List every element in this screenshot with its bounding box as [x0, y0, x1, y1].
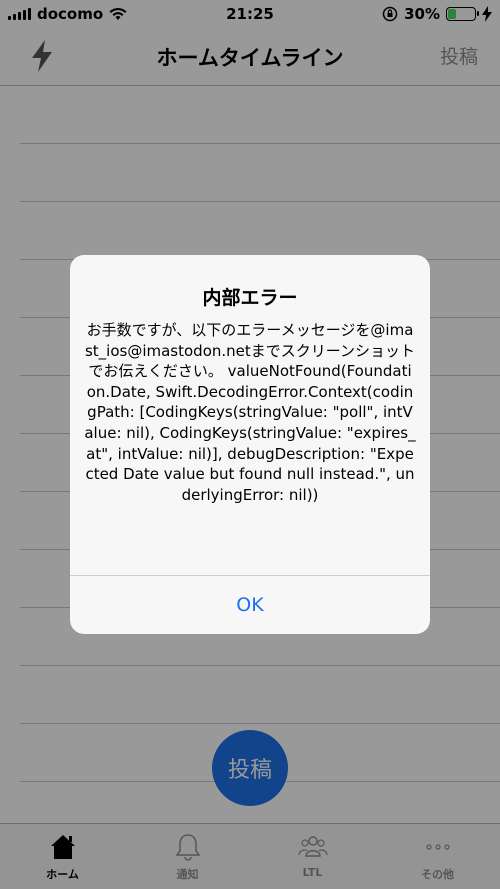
alert-title: 内部エラー	[202, 287, 298, 309]
error-alert-dialog: 内部エラー お手数ですが、以下のエラーメッセージを@imast_ios@imas…	[70, 255, 430, 634]
alert-message: お手数ですが、以下のエラーメッセージを@imast_ios@imastodon.…	[84, 321, 416, 504]
alert-ok-button[interactable]: OK	[70, 576, 430, 634]
